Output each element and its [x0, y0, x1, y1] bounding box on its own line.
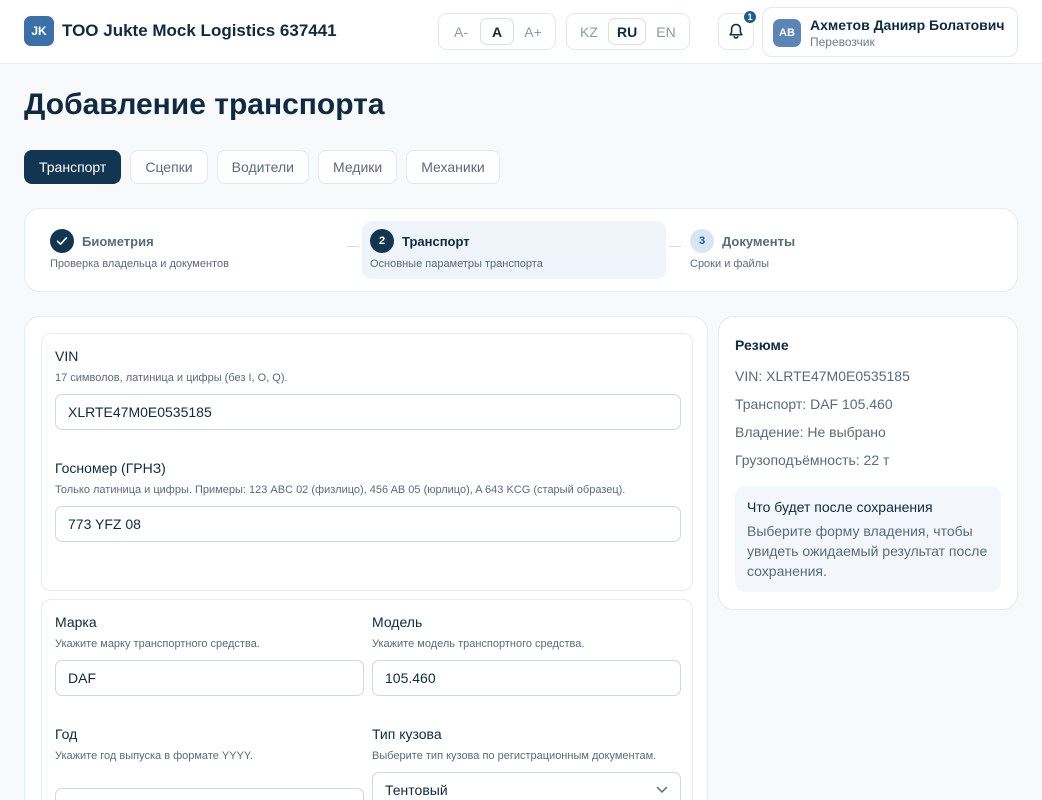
step-documents[interactable]: 3 Документы Сроки и файлы: [682, 221, 986, 279]
body-type-field: Тип кузова Выберите тип кузова по регист…: [372, 726, 681, 800]
font-increase-button[interactable]: A+: [516, 18, 550, 45]
chevron-down-icon: [656, 786, 668, 794]
font-decrease-button[interactable]: A-: [444, 18, 478, 45]
notifications-button[interactable]: 1: [718, 10, 757, 50]
body-type-value: Тентовый: [385, 782, 448, 798]
summary-vin: VIN: XLRTE47M0E0535185: [735, 368, 910, 384]
step-subtitle: Основные параметры транспорта: [370, 258, 543, 270]
year-hint: Укажите год выпуска в формате YYYY.: [55, 750, 253, 762]
avatar: AB: [773, 19, 801, 47]
notification-badge: 1: [743, 10, 757, 24]
after-save-title: Что будет после сохранения: [747, 499, 933, 515]
company-name: TOO Jukte Mock Logistics 637441: [62, 21, 337, 40]
lang-kz-button[interactable]: KZ: [572, 18, 606, 45]
identification-group: VIN 17 символов, латиница и цифры (без I…: [41, 333, 693, 591]
step-divider: [347, 246, 359, 247]
summary-panel: Резюме VIN: XLRTE47M0E0535185 Транспорт:…: [718, 316, 1018, 610]
user-menu[interactable]: AB Ахметов Данияр Болатович Перевозчик: [762, 7, 1018, 57]
plate-hint: Только латиница и цифры. Примеры: 123 AB…: [55, 484, 626, 496]
step-number: 3: [690, 229, 714, 253]
language-switcher: KZ RU EN: [566, 13, 690, 50]
lang-ru-button[interactable]: RU: [608, 18, 647, 45]
summary-transport: Транспорт: DAF 105.460: [735, 396, 893, 412]
step-transport[interactable]: 2 Транспорт Основные параметры транспорт…: [362, 221, 666, 279]
step-subtitle: Сроки и файлы: [690, 258, 770, 270]
plate-input[interactable]: [55, 506, 681, 542]
check-icon: [50, 229, 74, 253]
step-number: 2: [370, 229, 394, 253]
brand-label: Марка: [55, 614, 97, 630]
model-input[interactable]: [372, 660, 681, 696]
font-size-switcher: A- A A+: [438, 13, 556, 50]
top-bar: JK TOO Jukte Mock Logistics 637441 A- A …: [0, 0, 1042, 64]
body-type-hint: Выберите тип кузова по регистрационным д…: [372, 750, 657, 762]
year-input[interactable]: [55, 788, 364, 800]
tab-transport[interactable]: Транспорт: [24, 150, 122, 184]
step-biometrics[interactable]: Биометрия Проверка владельца и документо…: [42, 221, 346, 279]
section-tabs: Транспорт Сцепки Водители Медики Механик…: [24, 150, 509, 184]
vin-label: VIN: [55, 348, 79, 364]
transport-form: VIN 17 символов, латиница и цифры (без I…: [24, 316, 708, 800]
tab-drivers[interactable]: Водители: [216, 150, 309, 184]
company-logo: JK: [24, 16, 54, 46]
model-hint: Укажите модель транспортного средства.: [372, 638, 585, 650]
brand-field: Марка Укажите марку транспортного средст…: [55, 614, 364, 696]
step-title: Транспорт: [402, 234, 470, 249]
font-normal-button[interactable]: A: [480, 18, 514, 45]
step-divider: [669, 246, 681, 247]
summary-capacity: Грузоподъёмность: 22 т: [735, 452, 890, 468]
plate-label: Госномер (ГРНЗ): [55, 460, 166, 476]
lang-en-button[interactable]: EN: [648, 18, 683, 45]
tab-mechanics[interactable]: Механики: [406, 150, 500, 184]
model-label: Модель: [372, 614, 423, 630]
step-title: Биометрия: [82, 234, 154, 249]
after-save-text: Выберите форму владения, чтобы увидеть о…: [747, 523, 988, 579]
summary-ownership: Владение: Не выбрано: [735, 424, 886, 440]
body-type-select[interactable]: Тентовый: [372, 772, 681, 800]
tab-trailers[interactable]: Сцепки: [130, 150, 208, 184]
user-role: Перевозчик: [810, 35, 875, 49]
vin-field: VIN 17 символов, латиница и цифры (без I…: [55, 348, 681, 430]
brand[interactable]: JK TOO Jukte Mock Logistics 637441: [24, 16, 337, 46]
step-title: Документы: [722, 234, 796, 249]
body-type-label: Тип кузова: [372, 726, 442, 742]
plate-field: Госномер (ГРНЗ) Только латиница и цифры.…: [55, 460, 681, 542]
summary-title: Резюме: [735, 337, 789, 353]
model-field: Модель Укажите модель транспортного сред…: [372, 614, 681, 696]
year-label: Год: [55, 726, 78, 742]
vin-hint: 17 символов, латиница и цифры (без I, O,…: [55, 372, 288, 384]
brand-input[interactable]: [55, 660, 364, 696]
brand-hint: Укажите марку транспортного средства.: [55, 638, 260, 650]
bell-icon: [729, 23, 743, 39]
user-name: Ахметов Данияр Болатович: [810, 17, 1005, 33]
vin-input[interactable]: [55, 394, 681, 430]
wizard-stepper: Биометрия Проверка владельца и документо…: [24, 208, 1018, 292]
after-save-info: Что будет после сохранения Выберите форм…: [735, 486, 1001, 592]
year-field: Год Укажите год выпуска в формате YYYY.: [55, 726, 364, 800]
page-title: Добавление транспорта: [24, 88, 385, 121]
tab-medics[interactable]: Медики: [318, 150, 398, 184]
vehicle-details-group: Марка Укажите марку транспортного средст…: [41, 599, 693, 800]
step-subtitle: Проверка владельца и документов: [50, 258, 229, 270]
